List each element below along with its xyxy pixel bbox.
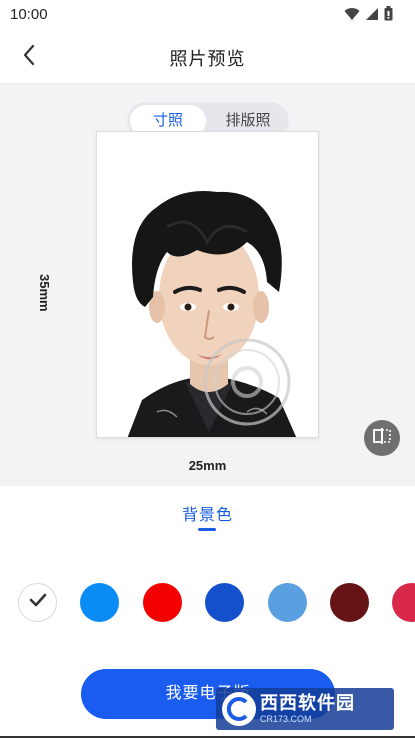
background-color-swatches [18, 583, 415, 623]
swatch-dark-blue[interactable] [205, 583, 244, 622]
watermark-main-text: 西西软件园 [260, 693, 355, 713]
battery-icon [384, 6, 393, 26]
background-tab-underline [198, 528, 216, 531]
watermark-text: 西西软件园 CR173.COM [260, 693, 355, 725]
swatch-crimson[interactable] [392, 583, 415, 622]
status-bar: 10:00 [0, 0, 415, 30]
signal-icon [365, 7, 379, 26]
width-dimension-label: 25mm [188, 458, 227, 473]
background-color-tab[interactable]: 背景色 [0, 501, 415, 525]
swatch-light-blue[interactable] [268, 583, 307, 622]
swatch-maroon[interactable] [330, 583, 369, 622]
id-photo-preview [96, 131, 319, 438]
status-icons [344, 6, 393, 26]
watermark-sub-text: CR173.COM [260, 714, 312, 724]
checkmark-icon [29, 593, 47, 612]
compare-button[interactable] [364, 420, 400, 456]
portrait-photo [127, 191, 297, 437]
watermark-logo-icon [222, 692, 256, 726]
nav-bar: 照片预览 [0, 30, 415, 84]
height-dimension-label: 35mm [37, 274, 52, 312]
status-time: 10:00 [10, 6, 48, 23]
swatch-red[interactable] [143, 583, 182, 622]
site-watermark: 西西软件园 CR173.COM [216, 688, 394, 730]
wifi-icon [344, 7, 360, 26]
swatch-blue[interactable] [80, 583, 119, 622]
swatch-white[interactable] [18, 583, 57, 622]
preview-area: 排版照 寸照 35mm 25mm [0, 84, 415, 486]
compare-split-icon [372, 427, 392, 450]
page-title: 照片预览 [169, 49, 246, 69]
